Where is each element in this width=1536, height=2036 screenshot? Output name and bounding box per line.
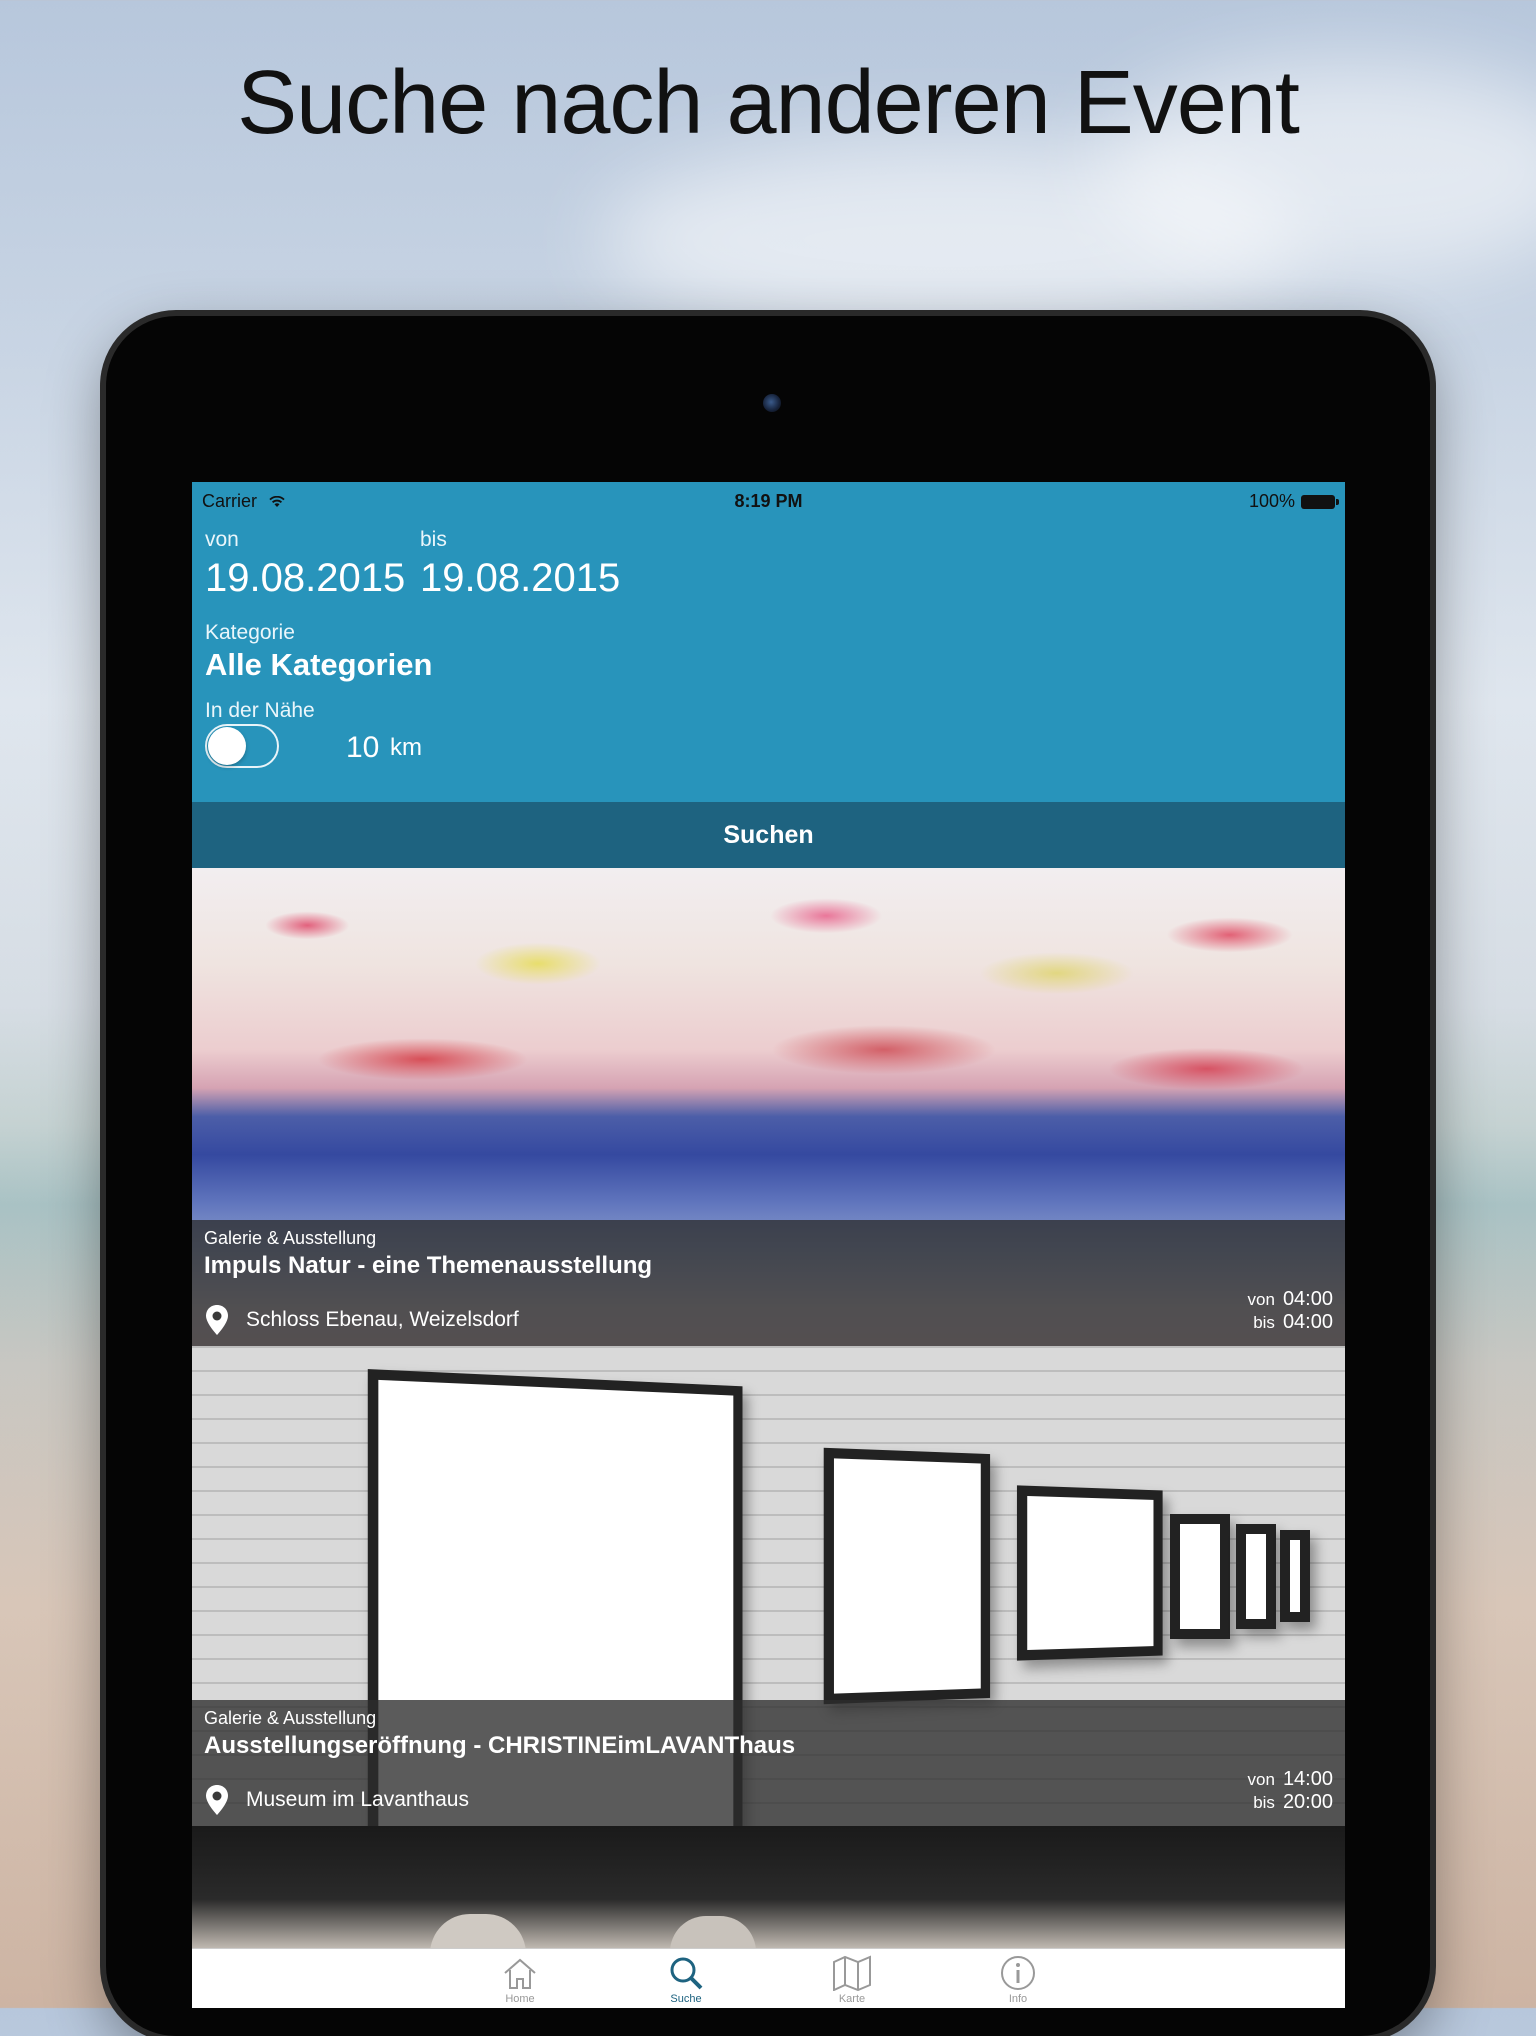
gallery-frame	[823, 1447, 991, 1705]
time-to: 20:00	[1282, 1791, 1333, 1813]
location-pin-icon	[206, 1305, 228, 1335]
gallery-frame	[1280, 1530, 1310, 1622]
event-location: Museum im Lavanthaus	[246, 1788, 469, 1811]
battery-percent: 100%	[1248, 491, 1295, 511]
distance-value[interactable]: 10	[346, 731, 379, 765]
location-pin-icon	[206, 1785, 228, 1815]
gallery-frame	[1236, 1524, 1276, 1629]
time-to-label: bis	[1253, 1313, 1275, 1332]
event-title: Ausstellungseröffnung - CHRISTINEimLAVAN…	[204, 1732, 796, 1759]
status-time: 8:19 PM	[734, 491, 803, 511]
time-to: 04:00	[1282, 1311, 1333, 1333]
tab-home-label: Home	[505, 1993, 535, 2005]
time-from-label: von	[1247, 1290, 1275, 1309]
marketing-headline: Suche nach anderen Event	[237, 53, 1300, 153]
category-label: Kategorie	[205, 621, 295, 644]
gallery-frame	[1170, 1514, 1230, 1639]
event-image	[430, 1914, 526, 1948]
event-card[interactable]: Galerie & Ausstellung Ausstellungseröffn…	[192, 1346, 1345, 1826]
nearby-label: In der Nähe	[205, 699, 315, 722]
status-bar: Carrier 8:19 PM 100%	[192, 482, 1345, 520]
toggle-knob	[208, 727, 246, 765]
home-icon	[504, 1958, 536, 1989]
time-to-label: bis	[1253, 1793, 1275, 1812]
event-category: Galerie & Ausstellung	[204, 1708, 377, 1728]
category-selector[interactable]: Alle Kategorien	[205, 647, 432, 683]
event-info-overlay: Galerie & Ausstellung Impuls Natur - ein…	[192, 1220, 1345, 1346]
from-date-field[interactable]: 19.08.2015	[205, 556, 405, 601]
gallery-frame	[1016, 1485, 1163, 1661]
tab-bar: Home Suche Karte Info	[192, 1948, 1345, 2008]
map-icon	[833, 1955, 871, 1991]
nearby-toggle[interactable]	[205, 724, 279, 768]
event-location: Schloss Ebenau, Weizelsdorf	[246, 1308, 519, 1331]
search-filters: von 19.08.2015 bis 19.08.2015 Kategorie …	[192, 520, 1345, 802]
distance-unit: km	[390, 734, 422, 761]
info-icon	[1001, 1956, 1035, 1990]
event-times: von 14:00 bis 20:00	[1248, 1768, 1333, 1814]
search-icon	[670, 1957, 703, 1990]
event-card[interactable]: Galerie & Ausstellung Impuls Natur - ein…	[192, 868, 1345, 1346]
app-screen: Carrier 8:19 PM 100% von 19.08.2015 bis …	[192, 482, 1345, 2008]
time-from-label: von	[1247, 1770, 1275, 1789]
event-image	[670, 1916, 756, 1948]
event-category: Galerie & Ausstellung	[204, 1228, 377, 1248]
tab-search-label: Suche	[670, 1993, 702, 2005]
tab-map-label: Karte	[838, 1993, 866, 2005]
camera-icon	[763, 394, 781, 412]
search-button[interactable]: Suchen	[192, 802, 1345, 868]
from-label: von	[205, 528, 239, 551]
time-from: 04:00	[1282, 1288, 1333, 1310]
event-card[interactable]	[192, 1826, 1345, 1948]
event-times: von 04:00 bis 04:00	[1248, 1288, 1333, 1334]
tab-map[interactable]: Karte	[822, 1955, 882, 2005]
to-label: bis	[420, 528, 447, 551]
battery-status: 100%	[1248, 491, 1339, 512]
tab-info-label: Info	[1008, 1993, 1028, 2005]
tab-search[interactable]: Suche	[656, 1955, 716, 2005]
time-from: 14:00	[1282, 1768, 1333, 1790]
battery-icon	[1301, 494, 1339, 509]
to-date-field[interactable]: 19.08.2015	[420, 556, 620, 601]
tab-home[interactable]: Home	[490, 1955, 550, 2005]
event-title: Impuls Natur - eine Themenausstellung	[204, 1252, 653, 1279]
event-info-overlay: Galerie & Ausstellung Ausstellungseröffn…	[192, 1700, 1345, 1826]
tab-info[interactable]: Info	[988, 1955, 1048, 2005]
